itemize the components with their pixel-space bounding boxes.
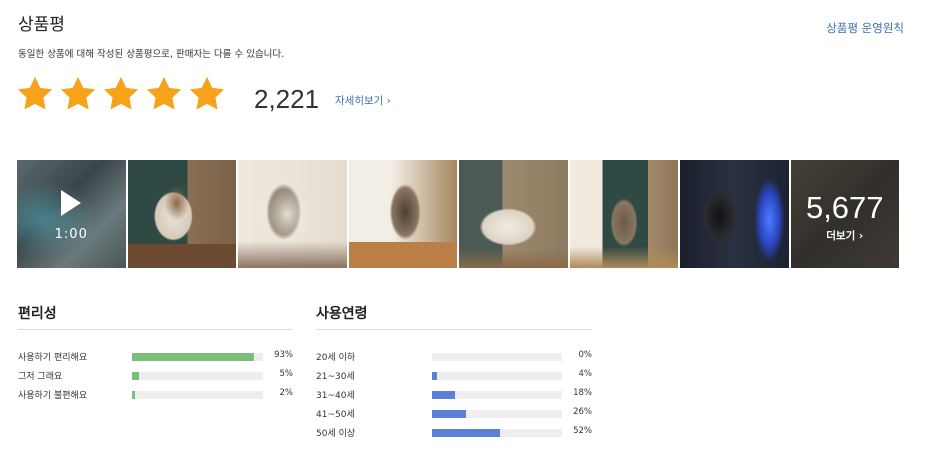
age-title: 사용연령 bbox=[316, 303, 592, 330]
stat-label: 그저 그래요 bbox=[18, 372, 63, 382]
photo-strip: 1:00 5,677 더보기 › bbox=[17, 160, 899, 268]
stat-bar-track bbox=[432, 429, 562, 437]
stat-percent: 4% bbox=[578, 369, 593, 379]
stat-bar-track bbox=[132, 372, 263, 380]
stat-percent: 2% bbox=[279, 388, 294, 398]
stat-percent: 26% bbox=[573, 407, 592, 417]
review-policy-link[interactable]: 상품평 운영원칙 bbox=[826, 20, 904, 36]
video-duration: 1:00 bbox=[54, 227, 88, 242]
stat-row: 사용하기 편리해요 93% bbox=[18, 350, 293, 363]
stat-label: 31~40세 bbox=[316, 391, 355, 401]
photo-thumbnail[interactable] bbox=[238, 160, 347, 268]
convenience-title: 편리성 bbox=[18, 303, 293, 330]
stat-bar-track bbox=[432, 353, 562, 361]
stat-row: 31~40세 18% bbox=[316, 388, 592, 401]
stat-bar-fill bbox=[132, 391, 135, 399]
stat-percent: 0% bbox=[578, 350, 593, 360]
review-description: 동일한 상품에 대해 작성된 상품평으로, 판매자는 다를 수 있습니다. bbox=[18, 49, 285, 60]
photo-thumbnail[interactable] bbox=[127, 160, 236, 268]
stat-label: 20세 이하 bbox=[316, 353, 356, 363]
convenience-section: 편리성 사용하기 편리해요 93% 그저 그래요 5% 사용하기 불편해요 2% bbox=[18, 303, 293, 401]
star-icon bbox=[189, 76, 225, 110]
stat-percent: 5% bbox=[279, 369, 294, 379]
age-section: 사용연령 20세 이하 0% 21~30세 4% 31~40세 18% 41~50세 26% 5… bbox=[316, 303, 592, 439]
star-icon bbox=[146, 76, 182, 110]
stat-percent: 93% bbox=[274, 350, 293, 360]
stat-label: 사용하기 편리해요 bbox=[18, 353, 88, 363]
star-icon bbox=[60, 76, 96, 110]
more-photos-count: 5,677 bbox=[805, 190, 884, 225]
star-icon bbox=[17, 76, 53, 110]
more-photos-label: 더보기 › bbox=[826, 230, 864, 242]
photo-thumbnail[interactable] bbox=[569, 160, 678, 268]
stat-bar-fill bbox=[432, 391, 456, 399]
photo-thumbnail[interactable] bbox=[459, 160, 568, 268]
star-icon bbox=[103, 76, 139, 110]
stat-bar-track bbox=[432, 372, 562, 380]
stat-percent: 18% bbox=[573, 388, 592, 398]
stat-bar-fill bbox=[432, 410, 466, 418]
stat-bar-track bbox=[432, 410, 562, 418]
stat-row: 그저 그래요 5% bbox=[18, 369, 294, 382]
photo-thumbnail[interactable] bbox=[680, 160, 789, 268]
stat-percent: 52% bbox=[573, 426, 592, 436]
stat-bar-fill bbox=[432, 372, 438, 380]
stat-bar-fill bbox=[132, 353, 254, 361]
review-count: 2,221 bbox=[254, 84, 320, 114]
star-rating bbox=[16, 75, 226, 113]
stat-bar-track bbox=[432, 391, 562, 399]
stat-bar-fill bbox=[432, 429, 500, 437]
play-icon bbox=[61, 190, 81, 216]
video-thumbnail[interactable]: 1:00 bbox=[17, 160, 126, 268]
stat-label: 21~30세 bbox=[316, 372, 355, 382]
detail-link[interactable]: 자세히보기 › bbox=[335, 93, 391, 108]
stat-row: 21~30세 4% bbox=[316, 369, 593, 382]
stat-label: 50세 이상 bbox=[316, 429, 356, 439]
stat-row: 41~50세 26% bbox=[316, 407, 592, 420]
review-title: 상품평 bbox=[18, 15, 65, 35]
stat-bar-track bbox=[132, 391, 263, 399]
stat-row: 20세 이하 0% bbox=[316, 350, 593, 363]
stat-bar-fill bbox=[132, 372, 139, 380]
stat-bar-track bbox=[132, 353, 263, 361]
stat-label: 사용하기 불편해요 bbox=[18, 391, 88, 401]
photo-thumbnail[interactable] bbox=[348, 160, 457, 268]
stat-row: 사용하기 불편해요 2% bbox=[18, 388, 294, 401]
more-photos-button[interactable]: 5,677 더보기 › bbox=[790, 160, 899, 268]
stat-label: 41~50세 bbox=[316, 410, 355, 420]
stat-row: 50세 이상 52% bbox=[316, 426, 592, 439]
